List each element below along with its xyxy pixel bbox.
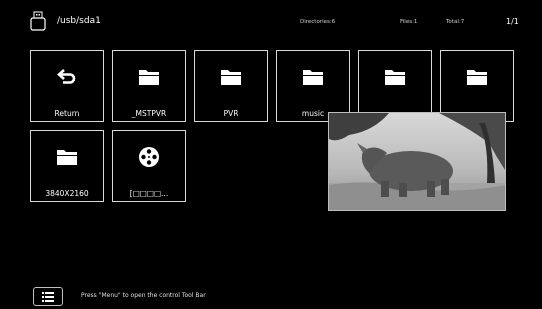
folder-icon — [139, 70, 159, 85]
tile-label: Return — [54, 109, 80, 118]
tile-folder-3840x2160[interactable]: 3840X2160 — [30, 130, 104, 202]
total-count: Total:7 — [446, 19, 465, 25]
toolbar-hint: Press "Menu" to open the control Tool Ba… — [81, 292, 206, 299]
tile-folder-pvr[interactable]: PVR — [194, 50, 268, 122]
header-bar: /usb/sda1 Directories:6 Files:1 Total:7 … — [0, 0, 542, 40]
preview-thumbnail — [328, 112, 506, 211]
folder-icon — [221, 70, 241, 85]
tile-label: PVR — [223, 109, 239, 118]
folder-icon — [303, 70, 323, 85]
tile-folder-mstpvr[interactable]: _MSTPVR — [112, 50, 186, 122]
menu-button[interactable] — [33, 287, 63, 306]
tile-label: _MSTPVR — [131, 109, 167, 118]
tile-return[interactable]: Return — [30, 50, 104, 122]
menu-list-icon — [42, 292, 54, 302]
current-path: /usb/sda1 — [57, 16, 101, 26]
folder-icon — [467, 70, 487, 85]
tile-label: [□□□□... — [129, 189, 169, 198]
tile-label: 3840X2160 — [45, 189, 89, 198]
film-reel-icon — [139, 147, 159, 167]
page-indicator: 1/1 — [506, 17, 519, 26]
usb-drive-icon — [30, 11, 46, 31]
return-arrow-icon — [57, 69, 76, 84]
tile-video-file[interactable]: [□□□□... — [112, 130, 186, 202]
folder-icon — [385, 70, 405, 85]
files-count: Files:1 — [400, 19, 418, 25]
folder-icon — [57, 150, 77, 165]
rhino-photo — [329, 113, 505, 210]
directories-count: Directories:6 — [300, 19, 336, 25]
